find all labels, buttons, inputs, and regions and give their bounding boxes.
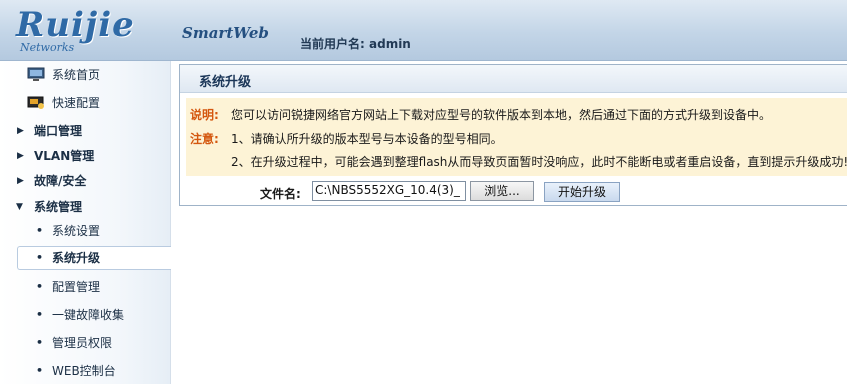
bullet-icon: • <box>36 251 44 264</box>
sidebar-item-label: 一键故障收集 <box>52 308 125 322</box>
sidebar-group-label: 端口管理 <box>34 124 83 138</box>
start-upgrade-button[interactable]: 开始升级 <box>544 182 620 202</box>
product-name: SmartWeb <box>182 24 269 42</box>
current-username: admin <box>369 37 411 51</box>
sidebar-nav: 系统首页 快速配置 ▶ 端口管理 ▶ VLAN管理 ▶ 故障/安全 ▼ 系统管理… <box>0 61 171 384</box>
sidebar-item-label: WEB控制台 <box>52 364 116 378</box>
sidebar-item-admin-permissions[interactable]: • 管理员权限 <box>0 331 170 355</box>
sidebar-item-label: 系统首页 <box>52 68 101 82</box>
sidebar-group-label: 故障/安全 <box>34 174 87 188</box>
sidebar-group-fault-security[interactable]: ▶ 故障/安全 <box>0 169 170 193</box>
wizard-icon <box>27 96 44 109</box>
description-text: 您可以访问锐捷网络官方网站上下载对应型号的软件版本到本地，然后通过下面的方式升级… <box>231 108 772 122</box>
sidebar-item-quick-config[interactable]: 快速配置 <box>0 91 170 115</box>
caret-right-icon: ▶ <box>17 126 24 136</box>
browse-button[interactable]: 浏览... <box>470 181 534 201</box>
caret-right-icon: ▶ <box>17 151 24 161</box>
bullet-icon: • <box>36 308 44 321</box>
note-text-2: 2、在升级过程中，可能会遇到整理flash从而导致页面暂时没响应，此时不能断电或… <box>231 155 847 169</box>
sidebar-item-label: 系统设置 <box>52 224 101 238</box>
page-title: 系统升级 <box>199 75 252 90</box>
sidebar-item-label: 系统升级 <box>52 251 101 265</box>
bullet-icon: • <box>36 224 44 237</box>
caret-right-icon: ▶ <box>17 176 24 186</box>
bullet-icon: • <box>36 280 44 293</box>
sidebar-item-fault-collection[interactable]: • 一键故障收集 <box>0 303 170 327</box>
caret-down-icon: ▼ <box>16 202 23 212</box>
file-name-label: 文件名: <box>260 187 301 201</box>
sidebar-item-web-console[interactable]: • WEB控制台 <box>0 359 170 383</box>
logo-text: Ruijie <box>16 5 135 45</box>
ruijie-logo: Ruijie Networks <box>14 6 166 56</box>
note-text-1: 1、请确认所升级的版本型号与本设备的型号相同。 <box>231 132 503 146</box>
panel-header: 系统升级 <box>180 65 847 93</box>
sidebar-item-label: 配置管理 <box>52 280 101 294</box>
top-header: Ruijie Networks SmartWeb 当前用户名: admin <box>0 0 847 61</box>
upgrade-notice: 说明: 您可以访问锐捷网络官方网站上下载对应型号的软件版本到本地，然后通过下面的… <box>186 98 847 176</box>
sidebar-group-label: VLAN管理 <box>34 149 95 163</box>
system-upgrade-panel: 系统升级 说明: 您可以访问锐捷网络官方网站上下载对应型号的软件版本到本地，然后… <box>179 64 847 206</box>
monitor-icon <box>27 67 45 81</box>
bullet-icon: • <box>36 336 44 349</box>
current-user-label: 当前用户名: <box>300 37 365 51</box>
description-key: 说明: <box>190 108 219 122</box>
sidebar-item-label: 管理员权限 <box>52 336 113 350</box>
sidebar-item-label: 快速配置 <box>52 96 101 110</box>
sidebar-item-config-management[interactable]: • 配置管理 <box>0 275 170 299</box>
sidebar-group-port[interactable]: ▶ 端口管理 <box>0 119 170 143</box>
sidebar-item-home[interactable]: 系统首页 <box>0 63 170 87</box>
note-key: 注意: <box>190 132 219 146</box>
sidebar-group-vlan[interactable]: ▶ VLAN管理 <box>0 144 170 168</box>
file-upload-row: 文件名: C:\NBS5552XG_10.4(3)_ 浏览... 开始升级 <box>180 179 847 205</box>
bullet-icon: • <box>36 364 44 377</box>
file-path-input[interactable]: C:\NBS5552XG_10.4(3)_ <box>312 181 466 201</box>
current-user: 当前用户名: admin <box>300 37 411 51</box>
sidebar-item-system-settings[interactable]: • 系统设置 <box>0 219 170 243</box>
sidebar-item-system-upgrade[interactable]: • 系统升级 <box>17 246 171 270</box>
logo-subtext: Networks <box>20 41 75 54</box>
sidebar-group-label: 系统管理 <box>34 200 83 214</box>
sidebar-group-system[interactable]: ▼ 系统管理 <box>0 195 170 219</box>
